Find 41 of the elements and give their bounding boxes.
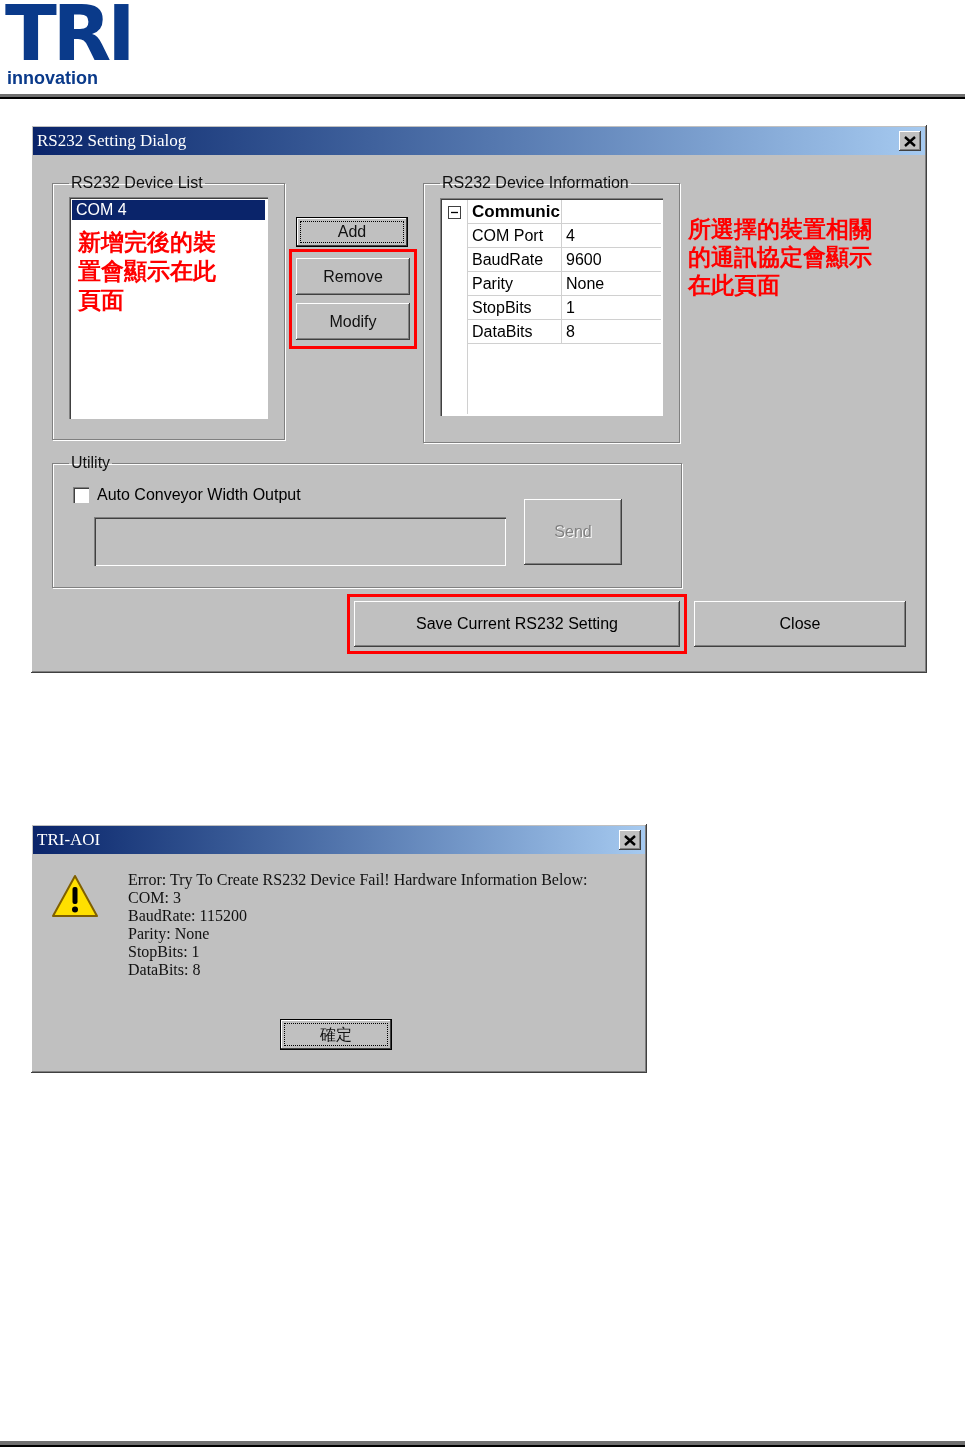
- property-name: DataBits: [468, 320, 562, 343]
- property-value: None: [565, 274, 606, 294]
- message-text: COM: 3: [128, 889, 182, 907]
- window-title: RS232 Setting Dialog: [37, 130, 187, 153]
- message-text: DataBits: 8: [128, 961, 202, 979]
- list-item[interactable]: COM 4: [72, 200, 265, 220]
- property-name: COM Port: [468, 224, 562, 247]
- close-button[interactable]: [619, 830, 641, 850]
- message-text: Parity: None: [128, 925, 211, 943]
- dialog-button[interactable]: 確定: [280, 1019, 392, 1050]
- collapse-icon[interactable]: [448, 206, 461, 219]
- annotation-note: 新增完後的裝置會顯示在此頁面: [78, 228, 217, 315]
- dialog-button[interactable]: Modify: [296, 303, 410, 340]
- close-button[interactable]: [899, 131, 921, 151]
- dialog-button[interactable]: Close: [694, 601, 906, 647]
- category-label: Communic: [468, 200, 562, 223]
- property-value: 1: [565, 298, 576, 318]
- close-icon: [904, 135, 916, 147]
- dialog-button[interactable]: Add: [296, 217, 408, 247]
- property-name: Parity: [468, 272, 562, 295]
- property-value: 4: [565, 226, 576, 246]
- message-text: StopBits: 1: [128, 943, 201, 961]
- checkbox[interactable]: [73, 487, 89, 503]
- logo: TRI innovation: [5, 0, 133, 90]
- close-icon: [624, 834, 636, 846]
- dialog-button[interactable]: Save Current RS232 Setting: [354, 601, 680, 647]
- message-text: Error: Try To Create RS232 Device Fail! Hardware Information Below:: [128, 871, 588, 889]
- property-name: StopBits: [468, 296, 562, 319]
- warning-icon: [51, 874, 99, 920]
- window-title: TRI-AOI: [37, 829, 101, 852]
- property-name: BaudRate: [468, 248, 562, 271]
- input-field[interactable]: [94, 517, 506, 566]
- message-text: BaudRate: 115200: [128, 907, 248, 925]
- group-label: Utility: [70, 453, 112, 473]
- dialog-button[interactable]: Remove: [296, 258, 410, 295]
- checkbox-label: Auto Conveyor Width Output: [97, 485, 301, 505]
- group-label: RS232 Device List: [70, 173, 204, 193]
- property-value: 8: [565, 322, 576, 342]
- annotation-note: 所選擇的裝置相關的通訊協定會顯示在此頁面: [688, 215, 873, 299]
- group-label: RS232 Device Information: [441, 173, 630, 193]
- property-value: 9600: [565, 250, 603, 270]
